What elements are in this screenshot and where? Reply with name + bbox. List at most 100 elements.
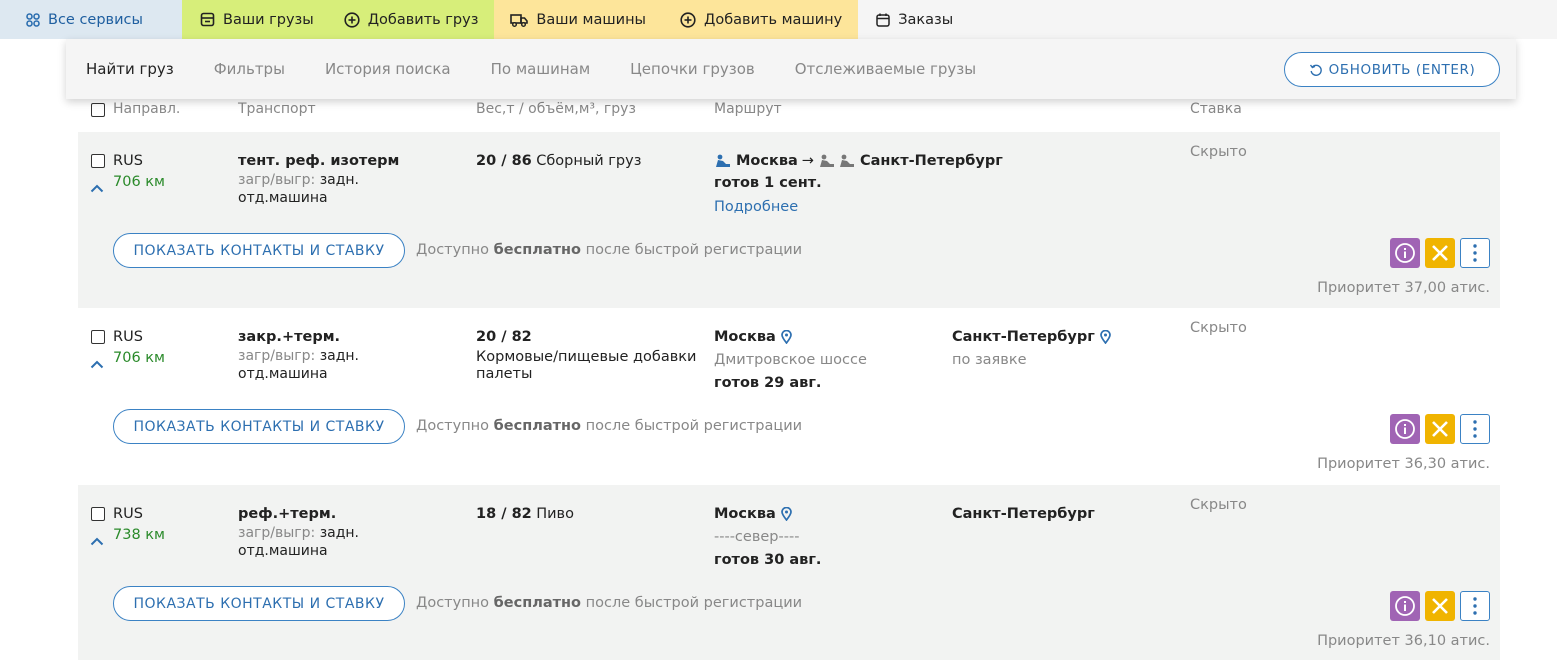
transport-type: реф.+терм. <box>238 506 337 522</box>
more-button[interactable] <box>1460 414 1490 444</box>
hide-button[interactable] <box>1425 238 1455 268</box>
show-contacts-button[interactable]: ПОКАЗАТЬ КОНТАКТЫ И СТАВКУ <box>113 233 405 268</box>
row-checkbox[interactable] <box>91 154 105 168</box>
load-value: задн. <box>319 348 360 364</box>
route-to: Санкт-Петербург <box>859 153 1003 169</box>
refresh-button-label: ОБНОВИТЬ (ENTER) <box>1328 61 1476 78</box>
select-all-checkbox[interactable] <box>91 103 105 117</box>
direction-distance: 738 км <box>113 527 165 543</box>
separate-truck-label: отд.машина <box>238 366 328 382</box>
nav-add-cargo[interactable]: Добавить груз <box>325 0 495 39</box>
more-vertical-icon <box>1473 244 1477 262</box>
close-icon <box>1432 598 1448 614</box>
direction-country: RUS <box>113 506 143 522</box>
truck-unloading-icon <box>818 154 836 168</box>
info-button[interactable] <box>1390 591 1420 621</box>
column-weight[interactable]: Вес,т / объём,м³, груз <box>476 101 636 117</box>
hide-button[interactable] <box>1425 414 1455 444</box>
avail-free: бесплатно <box>493 418 582 434</box>
info-icon <box>1395 419 1415 439</box>
load-value: задн. <box>319 172 360 188</box>
column-route[interactable]: Маршрут <box>714 101 782 117</box>
route-from: Москва <box>714 506 776 522</box>
nav-your-trucks[interactable]: Ваши машины <box>494 0 663 39</box>
box-icon <box>200 12 215 27</box>
nav-add-truck-label: Добавить машину <box>704 11 843 28</box>
more-vertical-icon <box>1473 420 1477 438</box>
route-arrow: → <box>801 153 814 169</box>
tab-cargo-chains[interactable]: Цепочки грузов <box>630 60 755 78</box>
direction-country: RUS <box>113 329 143 345</box>
nav-all-services-label: Все сервисы <box>48 11 143 28</box>
route-from-block: Москва <box>714 506 792 522</box>
close-icon <box>1432 245 1448 261</box>
nav-orders[interactable]: Заказы <box>858 0 967 39</box>
avail-suffix: после быстрой регистрации <box>585 242 803 258</box>
more-button[interactable] <box>1460 238 1490 268</box>
calendar-icon <box>876 13 890 27</box>
priority-info: Приоритет 36,10 атис. <box>1317 633 1490 649</box>
load-label: загр/выгр: <box>238 172 316 188</box>
tab-by-trucks[interactable]: По машинам <box>491 60 591 78</box>
more-button[interactable] <box>1460 591 1490 621</box>
nav-orders-label: Заказы <box>898 11 954 28</box>
refresh-button[interactable]: ОБНОВИТЬ (ENTER) <box>1284 52 1500 87</box>
nav-all-services[interactable]: Все сервисы <box>0 0 182 39</box>
separate-truck-label: отд.машина <box>238 190 328 206</box>
route-line: Москва → Санкт-Петербург <box>714 153 1003 169</box>
avail-suffix: после быстрой регистрации <box>585 595 803 611</box>
nav-your-cargo[interactable]: Ваши грузы <box>182 0 326 39</box>
availability-note: Доступно бесплатно после быстрой регистр… <box>416 242 802 258</box>
route-from-block: Москва <box>714 329 792 345</box>
table-row: RUS 738 км реф.+терм. загр/выгр: задн. о… <box>78 485 1500 660</box>
rate-hidden: Скрыто <box>1190 320 1247 336</box>
info-button[interactable] <box>1390 414 1420 444</box>
column-rate[interactable]: Ставка <box>1190 101 1242 117</box>
details-link[interactable]: Подробнее <box>714 199 798 215</box>
weight-volume: 20 / 86 <box>476 153 532 169</box>
hide-button[interactable] <box>1425 591 1455 621</box>
load-value: задн. <box>319 525 360 541</box>
nav-your-cargo-label: Ваши грузы <box>223 11 314 28</box>
chevron-up-icon[interactable] <box>90 182 104 197</box>
route-to: Санкт-Петербург <box>952 506 1095 522</box>
tab-find-cargo[interactable]: Найти груз <box>86 60 174 78</box>
route-from: Москва <box>714 329 776 345</box>
tab-filters[interactable]: Фильтры <box>214 60 285 78</box>
nav-your-trucks-label: Ваши машины <box>536 11 647 28</box>
avail-suffix: после быстрой регистрации <box>585 418 803 434</box>
chevron-up-icon[interactable] <box>90 358 104 373</box>
tab-tracked-cargo[interactable]: Отслеживаемые грузы <box>795 60 976 78</box>
cargo-name: Пиво <box>536 506 574 522</box>
info-button[interactable] <box>1390 238 1420 268</box>
search-tabs-panel: Найти груз Фильтры История поиска По маш… <box>66 39 1516 99</box>
row-checkbox[interactable] <box>91 330 105 344</box>
map-pin-icon[interactable] <box>780 507 792 521</box>
column-transport[interactable]: Транспорт <box>238 101 316 117</box>
weight-cargo: 20 / 86 Сборный груз <box>476 153 641 169</box>
column-header: Направл. Транспорт Вес,т / объём,м³, гру… <box>78 101 1500 123</box>
availability-note: Доступно бесплатно после быстрой регистр… <box>416 418 802 434</box>
show-contacts-button[interactable]: ПОКАЗАТЬ КОНТАКТЫ И СТАВКУ <box>113 586 405 621</box>
avail-prefix: Доступно <box>416 242 490 258</box>
map-pin-icon[interactable] <box>1099 330 1111 344</box>
show-contacts-button[interactable]: ПОКАЗАТЬ КОНТАКТЫ И СТАВКУ <box>113 409 405 444</box>
route-to-address: по заявке <box>952 352 1027 368</box>
truck-unloading-icon <box>838 154 856 168</box>
tab-search-history[interactable]: История поиска <box>325 60 451 78</box>
table-row: RUS 706 км закр.+терм. загр/выгр: задн. … <box>78 308 1500 484</box>
route-from-address: ----север---- <box>714 529 800 545</box>
map-pin-icon[interactable] <box>780 330 792 344</box>
nav-add-truck[interactable]: Добавить машину <box>662 0 859 39</box>
route-from: Москва <box>736 153 798 169</box>
load-info: загр/выгр: задн. <box>238 172 359 188</box>
refresh-icon <box>1309 63 1323 77</box>
column-direction[interactable]: Направл. <box>113 101 180 117</box>
grid-icon <box>26 12 40 27</box>
load-label: загр/выгр: <box>238 348 316 364</box>
row-checkbox[interactable] <box>91 507 105 521</box>
info-icon <box>1395 596 1415 616</box>
weight-volume: 18 / 82 <box>476 506 532 522</box>
direction-distance: 706 км <box>113 174 165 190</box>
chevron-up-icon[interactable] <box>90 535 104 550</box>
